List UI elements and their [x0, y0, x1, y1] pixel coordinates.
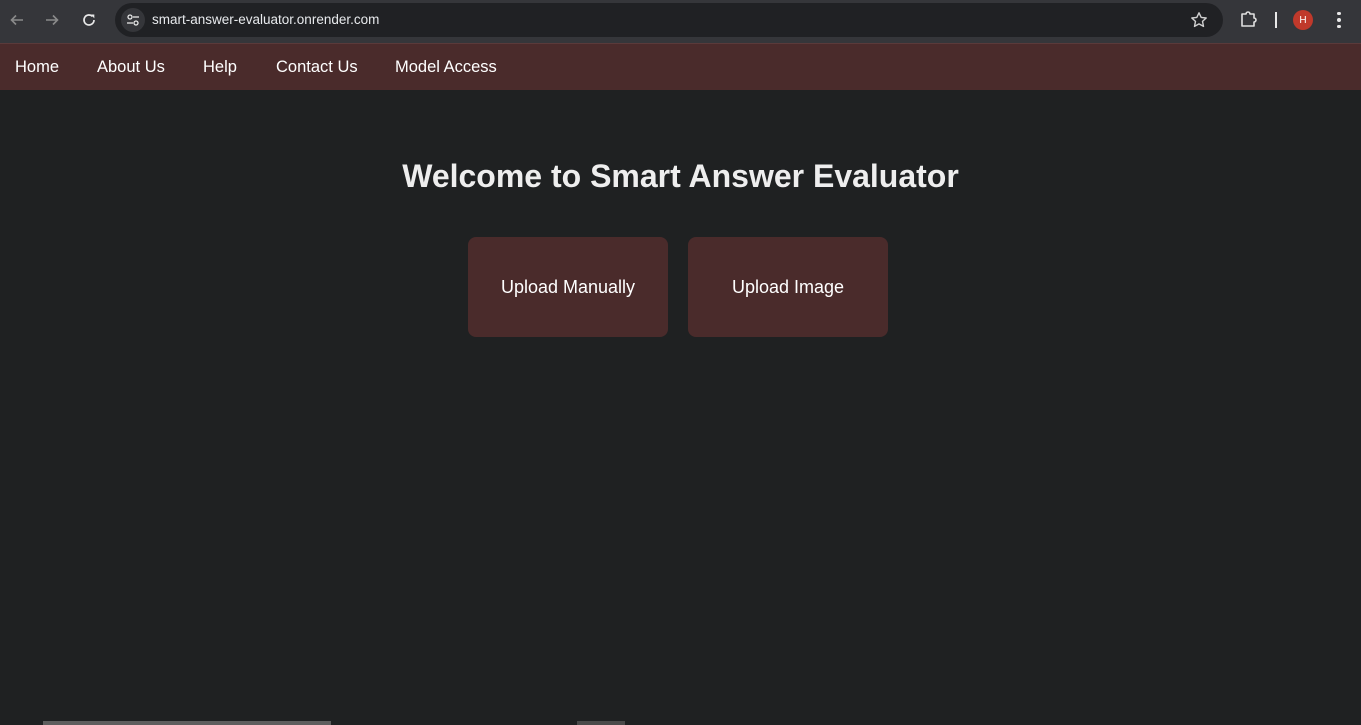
profile-avatar[interactable]: H: [1293, 10, 1313, 30]
extensions-button[interactable]: [1238, 8, 1260, 30]
site-info-button[interactable]: [121, 8, 145, 32]
bookmark-button[interactable]: [1189, 10, 1209, 30]
kebab-menu-icon: [1337, 11, 1341, 16]
nav-link-contact-us[interactable]: Contact Us: [276, 58, 358, 77]
horizontal-scrollbar-thumb[interactable]: [43, 721, 331, 725]
puzzle-icon: [1241, 11, 1257, 27]
reload-icon: [83, 14, 95, 26]
arrow-right-icon: [46, 14, 59, 26]
nav-link-about-us[interactable]: About Us: [97, 58, 165, 77]
page-title: Welcome to Smart Answer Evaluator: [402, 158, 959, 194]
arrow-left-icon: [10, 14, 23, 26]
upload-image-button[interactable]: Upload Image: [688, 237, 888, 337]
forward-button[interactable]: [40, 8, 64, 32]
star-icon: [1191, 12, 1207, 28]
toolbar-divider: [1275, 12, 1277, 28]
nav-link-home[interactable]: Home: [15, 58, 59, 77]
upload-manually-button[interactable]: Upload Manually: [468, 237, 668, 337]
kebab-menu-icon-dot: [1337, 24, 1341, 29]
url-text[interactable]: smart-answer-evaluator.onrender.com: [152, 12, 379, 27]
horizontal-scrollbar-marker: [577, 721, 625, 725]
kebab-menu-icon-dot: [1337, 18, 1341, 22]
nav-link-model-access[interactable]: Model Access: [395, 58, 497, 77]
address-bar[interactable]: smart-answer-evaluator.onrender.com: [115, 3, 1223, 37]
browser-menu-button[interactable]: [1330, 9, 1348, 31]
tune-icon: [127, 14, 139, 26]
reload-button[interactable]: [77, 8, 101, 32]
nav-link-help[interactable]: Help: [203, 58, 237, 77]
site-navbar: Home About Us Help Contact Us Model Acce…: [0, 43, 1361, 90]
back-button[interactable]: [5, 8, 29, 32]
browser-toolbar: smart-answer-evaluator.onrender.com H: [0, 0, 1361, 43]
